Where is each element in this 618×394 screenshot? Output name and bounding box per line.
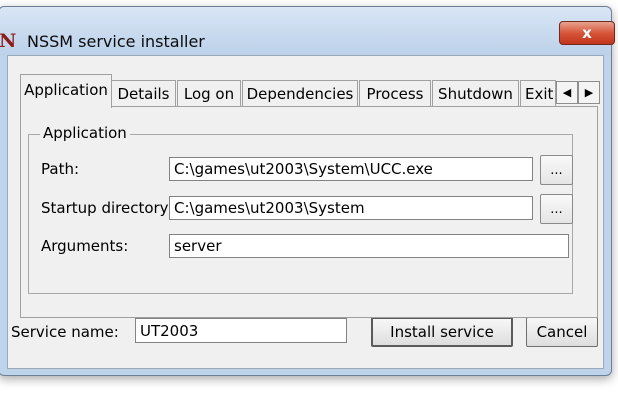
tab-application[interactable]: Application: [20, 74, 112, 108]
install-service-button[interactable]: Install service: [371, 317, 513, 347]
arrow-right-icon: ▶: [584, 86, 594, 99]
arguments-label: Arguments:: [41, 237, 129, 255]
service-name-label: Service name:: [11, 323, 119, 341]
tab-exit[interactable]: Exit: [520, 80, 556, 106]
path-label: Path:: [41, 160, 80, 178]
nssm-logo-icon: N: [0, 30, 17, 52]
startup-directory-label: Startup directory:: [41, 199, 173, 217]
arrow-left-icon: ◀: [562, 86, 572, 99]
application-group-title: Application: [40, 124, 130, 142]
close-button[interactable]: x: [559, 21, 615, 45]
window-title: NSSM service installer: [27, 32, 205, 51]
service-name-input[interactable]: [135, 318, 347, 343]
tab-shutdown[interactable]: Shutdown: [432, 80, 519, 107]
path-input[interactable]: [169, 157, 533, 181]
tab-scroll-right-button[interactable]: ▶: [578, 81, 600, 104]
startup-directory-browse-button[interactable]: ...: [540, 194, 573, 224]
tab-log-on[interactable]: Log on: [177, 80, 241, 107]
dialog-client-area: Application Details Log on Dependencies …: [7, 55, 604, 369]
cancel-button[interactable]: Cancel: [526, 317, 598, 347]
arguments-input[interactable]: [169, 234, 569, 258]
startup-directory-input[interactable]: [169, 196, 533, 220]
tab-scroll-left-button[interactable]: ◀: [556, 81, 578, 104]
nssm-window: N NSSM service installer x Application D…: [0, 6, 615, 376]
path-browse-button[interactable]: ...: [540, 155, 573, 185]
close-icon: x: [582, 24, 592, 42]
title-bar[interactable]: N NSSM service installer x: [0, 7, 615, 55]
tab-process[interactable]: Process: [359, 80, 431, 107]
tab-dependencies[interactable]: Dependencies: [242, 80, 358, 107]
tab-details[interactable]: Details: [111, 80, 176, 107]
